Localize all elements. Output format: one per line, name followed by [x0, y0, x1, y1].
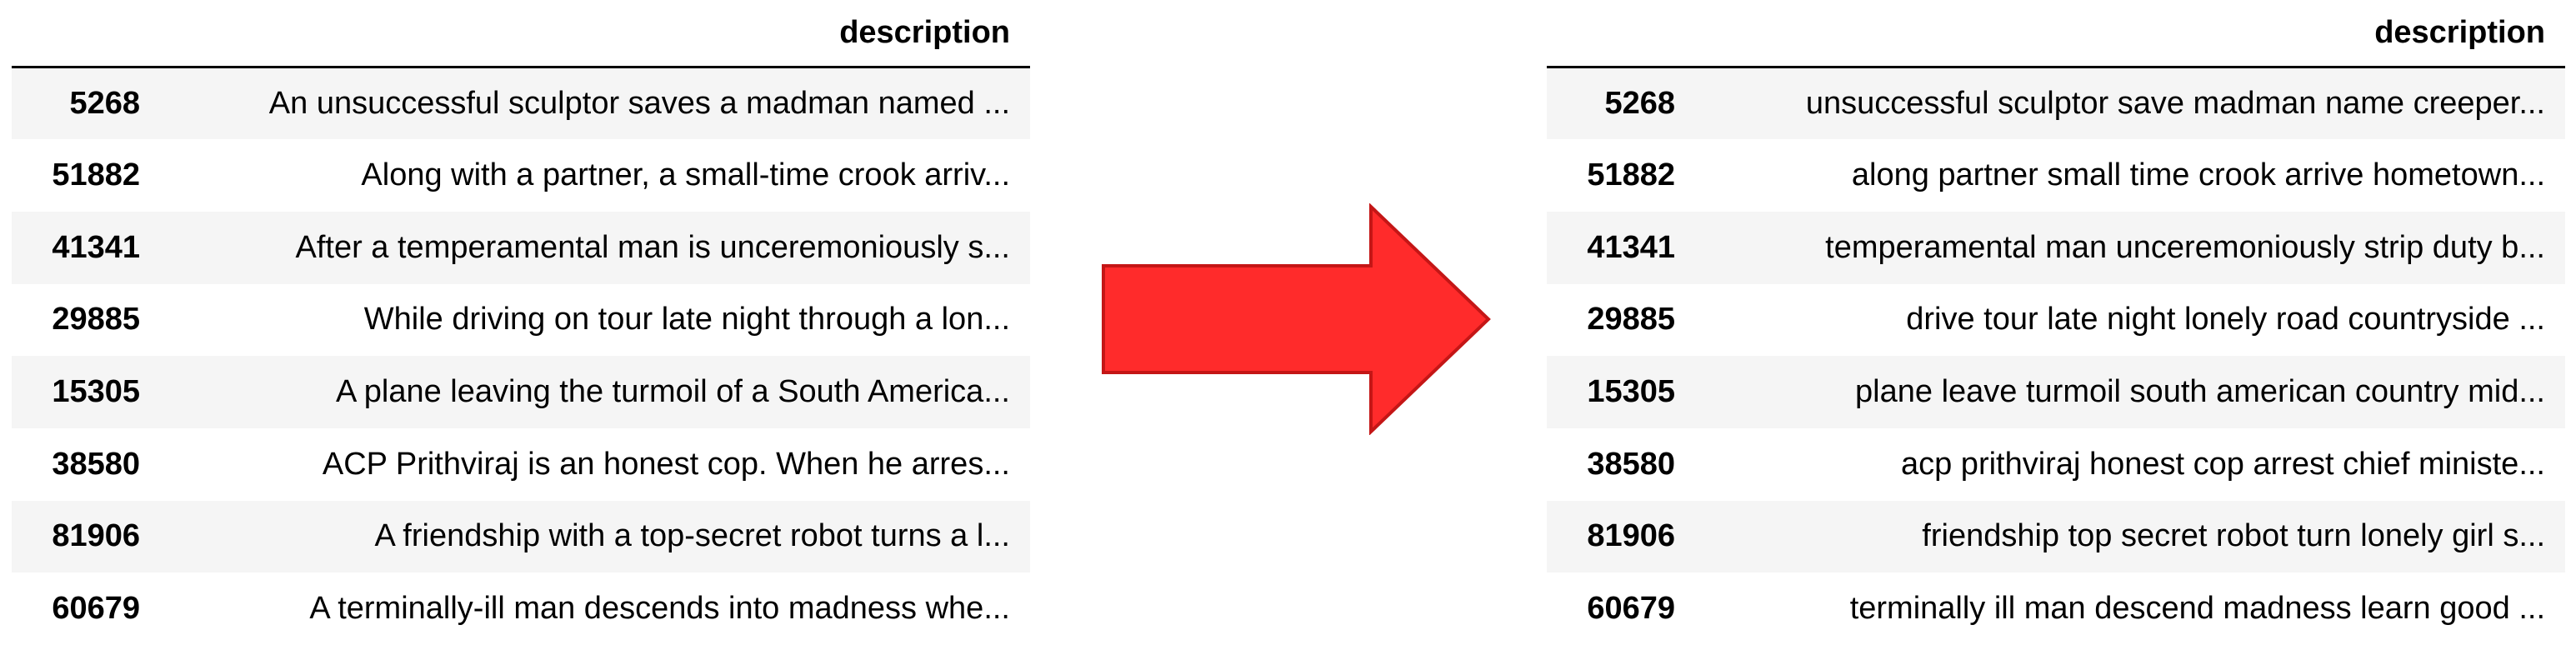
- description-cell: friendship top secret robot turn lonely …: [1922, 518, 2545, 554]
- description-cell: unsuccessful sculptor save madman name c…: [1805, 86, 2545, 122]
- description-cell: along partner small time crook arrive ho…: [1851, 158, 2545, 193]
- table-row: 29885 drive tour late night lonely road …: [1547, 283, 2565, 357]
- index-header-cell: [1547, 0, 1695, 68]
- description-cell: drive tour late night lonely road countr…: [1906, 302, 2545, 338]
- table-row: 15305 A plane leaving the turmoil of a S…: [12, 356, 1030, 428]
- column-header-description: description: [160, 0, 1030, 68]
- description-cell: ACP Prithviraj is an honest cop. When he…: [322, 446, 1010, 482]
- table-row: 60679 A terminally-ill man descends into…: [12, 572, 1030, 645]
- table-row: 41341 After a temperamental man is uncer…: [12, 211, 1030, 284]
- description-cell: While driving on tour late night through…: [363, 302, 1010, 338]
- description-cell: An unsuccessful sculptor saves a madman …: [268, 86, 1010, 122]
- table-row: 38580 acp prithviraj honest cop arrest c…: [1547, 428, 2565, 501]
- table-header-row: description: [1547, 0, 2565, 68]
- row-index: 41341: [1587, 229, 1675, 265]
- row-index: 81906: [1587, 518, 1675, 554]
- row-index: 29885: [1587, 302, 1675, 338]
- row-index: 51882: [52, 158, 140, 193]
- row-index: 51882: [1587, 158, 1675, 193]
- row-index: 15305: [52, 374, 140, 410]
- description-cell: acp prithviraj honest cop arrest chief m…: [1900, 446, 2545, 482]
- description-cell: temperamental man unceremoniously strip …: [1825, 229, 2545, 265]
- row-index: 41341: [52, 229, 140, 265]
- row-index: 60679: [1587, 591, 1675, 627]
- table-row: 5268 unsuccessful sculptor save madman n…: [1547, 67, 2565, 140]
- table-row: 81906 A friendship with a top-secret rob…: [12, 500, 1030, 573]
- table-row: 60679 terminally ill man descend madness…: [1547, 572, 2565, 645]
- index-header-cell: [12, 0, 160, 68]
- description-cell: After a temperamental man is unceremonio…: [295, 229, 1011, 265]
- original-description-table: description 5268 An unsuccessful sculpto…: [12, 0, 1030, 645]
- description-cell: Along with a partner, a small-time crook…: [361, 158, 1010, 193]
- row-index: 38580: [1587, 446, 1675, 482]
- description-cell: A terminally-ill man descends into madne…: [309, 591, 1010, 627]
- table-row: 38580 ACP Prithviraj is an honest cop. W…: [12, 428, 1030, 501]
- table-row: 51882 Along with a partner, a small-time…: [12, 139, 1030, 212]
- description-cell: A plane leaving the turmoil of a South A…: [335, 374, 1010, 410]
- description-cell: terminally ill man descend madness learn…: [1849, 591, 2545, 627]
- table-row: 81906 friendship top secret robot turn l…: [1547, 500, 2565, 573]
- row-index: 5268: [69, 86, 140, 122]
- row-index: 5268: [1604, 86, 1675, 122]
- row-index: 29885: [52, 302, 140, 338]
- row-index: 60679: [52, 591, 140, 627]
- description-cell: plane leave turmoil south american count…: [1855, 374, 2545, 410]
- table-header-row: description: [12, 0, 1030, 68]
- table-row: 41341 temperamental man unceremoniously …: [1547, 211, 2565, 284]
- row-index: 38580: [52, 446, 140, 482]
- table-row: 51882 along partner small time crook arr…: [1547, 139, 2565, 212]
- table-row: 29885 While driving on tour late night t…: [12, 283, 1030, 357]
- right-arrow-icon: [1102, 203, 1491, 435]
- table-row: 15305 plane leave turmoil south american…: [1547, 356, 2565, 428]
- table-row: 5268 An unsuccessful sculptor saves a ma…: [12, 67, 1030, 140]
- cleaned-description-table: description 5268 unsuccessful sculptor s…: [1547, 0, 2565, 645]
- row-index: 81906: [52, 518, 140, 554]
- column-header-description: description: [1695, 0, 2565, 68]
- description-cell: A friendship with a top-secret robot tur…: [374, 518, 1011, 554]
- row-index: 15305: [1587, 374, 1675, 410]
